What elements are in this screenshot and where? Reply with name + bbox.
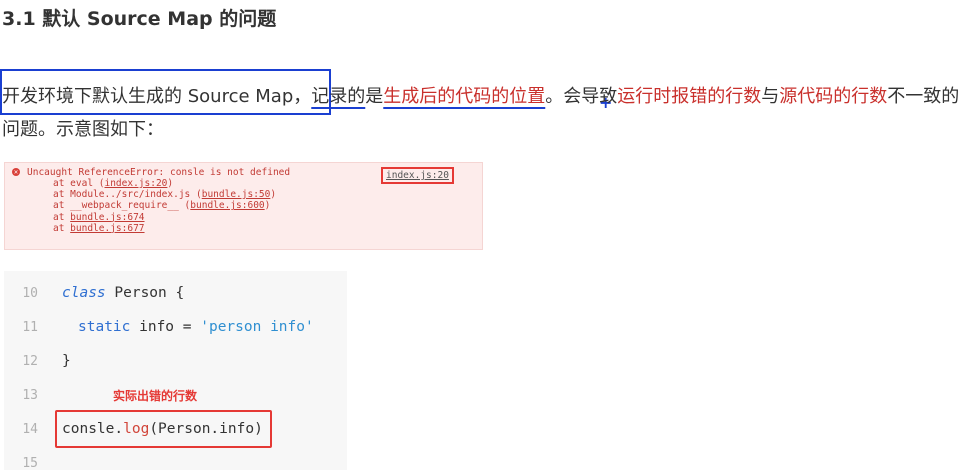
para-part-3: 是	[365, 86, 384, 107]
stack-prefix: at __webpack_require__ (	[53, 200, 191, 212]
para-part-4: 生成后的代码的位置	[383, 86, 546, 107]
para-part-2: 记录的	[311, 86, 366, 107]
line-number: 12	[22, 354, 38, 369]
para-part-6: 运行时报错的行数	[617, 86, 762, 107]
para-part-5: 。会导致	[545, 86, 618, 107]
stack-prefix: at eval (	[53, 178, 105, 189]
line-number: 10	[22, 286, 38, 301]
code-line: 11 static info = 'person info'	[4, 310, 314, 344]
error-message: Uncaught ReferenceError: consle is not d…	[27, 167, 291, 178]
code-text: info =	[130, 319, 201, 335]
stack-link[interactable]: index.js:20	[104, 178, 167, 189]
stack-prefix: at	[53, 211, 71, 223]
line-number: 13	[22, 388, 38, 403]
code-keyword: class	[62, 285, 106, 301]
code-line: 10 class Person {	[4, 276, 184, 310]
stack-line: at eval (index.js:20)	[53, 178, 276, 189]
stack-link[interactable]: bundle.js:50	[202, 189, 271, 200]
stack-prefix: at Module../src/index.js (	[53, 189, 202, 201]
stack-link[interactable]: bundle.js:677	[70, 223, 144, 234]
para-part-7: 与	[761, 86, 780, 107]
error-line-annotation: 实际出错的行数	[113, 389, 198, 403]
code-string: 'person info'	[200, 319, 314, 335]
stack-link[interactable]: bundle.js:674	[70, 212, 144, 223]
stack-line: at bundle.js:677	[53, 223, 276, 234]
stack-suffix: )	[270, 189, 277, 201]
code-line: 12}	[4, 344, 71, 378]
line-number: 11	[22, 320, 38, 335]
error-icon: ✕	[12, 168, 20, 176]
code-text: }	[62, 353, 71, 369]
stack-trace: at eval (index.js:20) at Module../src/in…	[53, 178, 276, 234]
code-line: 15	[4, 446, 62, 470]
code-keyword: static	[78, 319, 131, 335]
code-block: 10 class Person { 11 static info = 'person…	[4, 271, 347, 470]
code-text: Person {	[105, 285, 185, 301]
stack-suffix: )	[167, 178, 174, 189]
para-part-1: 开发环境下默认生成的 Source Map，	[2, 86, 312, 107]
stack-suffix: )	[264, 200, 271, 212]
error-source-link[interactable]: index.js:20	[381, 167, 454, 185]
stack-line: at Module../src/index.js (bundle.js:50)	[53, 189, 276, 200]
line-number: 14	[22, 422, 38, 437]
section-heading: 3.1 默认 Source Map 的问题	[2, 8, 277, 30]
para-part-8: 源代码的行数	[779, 86, 888, 107]
console-error-panel: ✕ Uncaught ReferenceError: consle is not…	[4, 162, 483, 250]
line-number: 15	[22, 456, 38, 470]
code-line: 13	[4, 378, 62, 412]
error-line-highlight-box	[55, 410, 272, 448]
stack-line: at bundle.js:674	[53, 212, 276, 223]
stack-prefix: at	[53, 222, 71, 234]
stack-link[interactable]: bundle.js:600	[190, 200, 264, 211]
description-paragraph: 开发环境下默认生成的 Source Map，记录的是生成后的代码的位置。会导致运…	[2, 80, 965, 146]
stack-line: at __webpack_require__ (bundle.js:600)	[53, 200, 276, 211]
